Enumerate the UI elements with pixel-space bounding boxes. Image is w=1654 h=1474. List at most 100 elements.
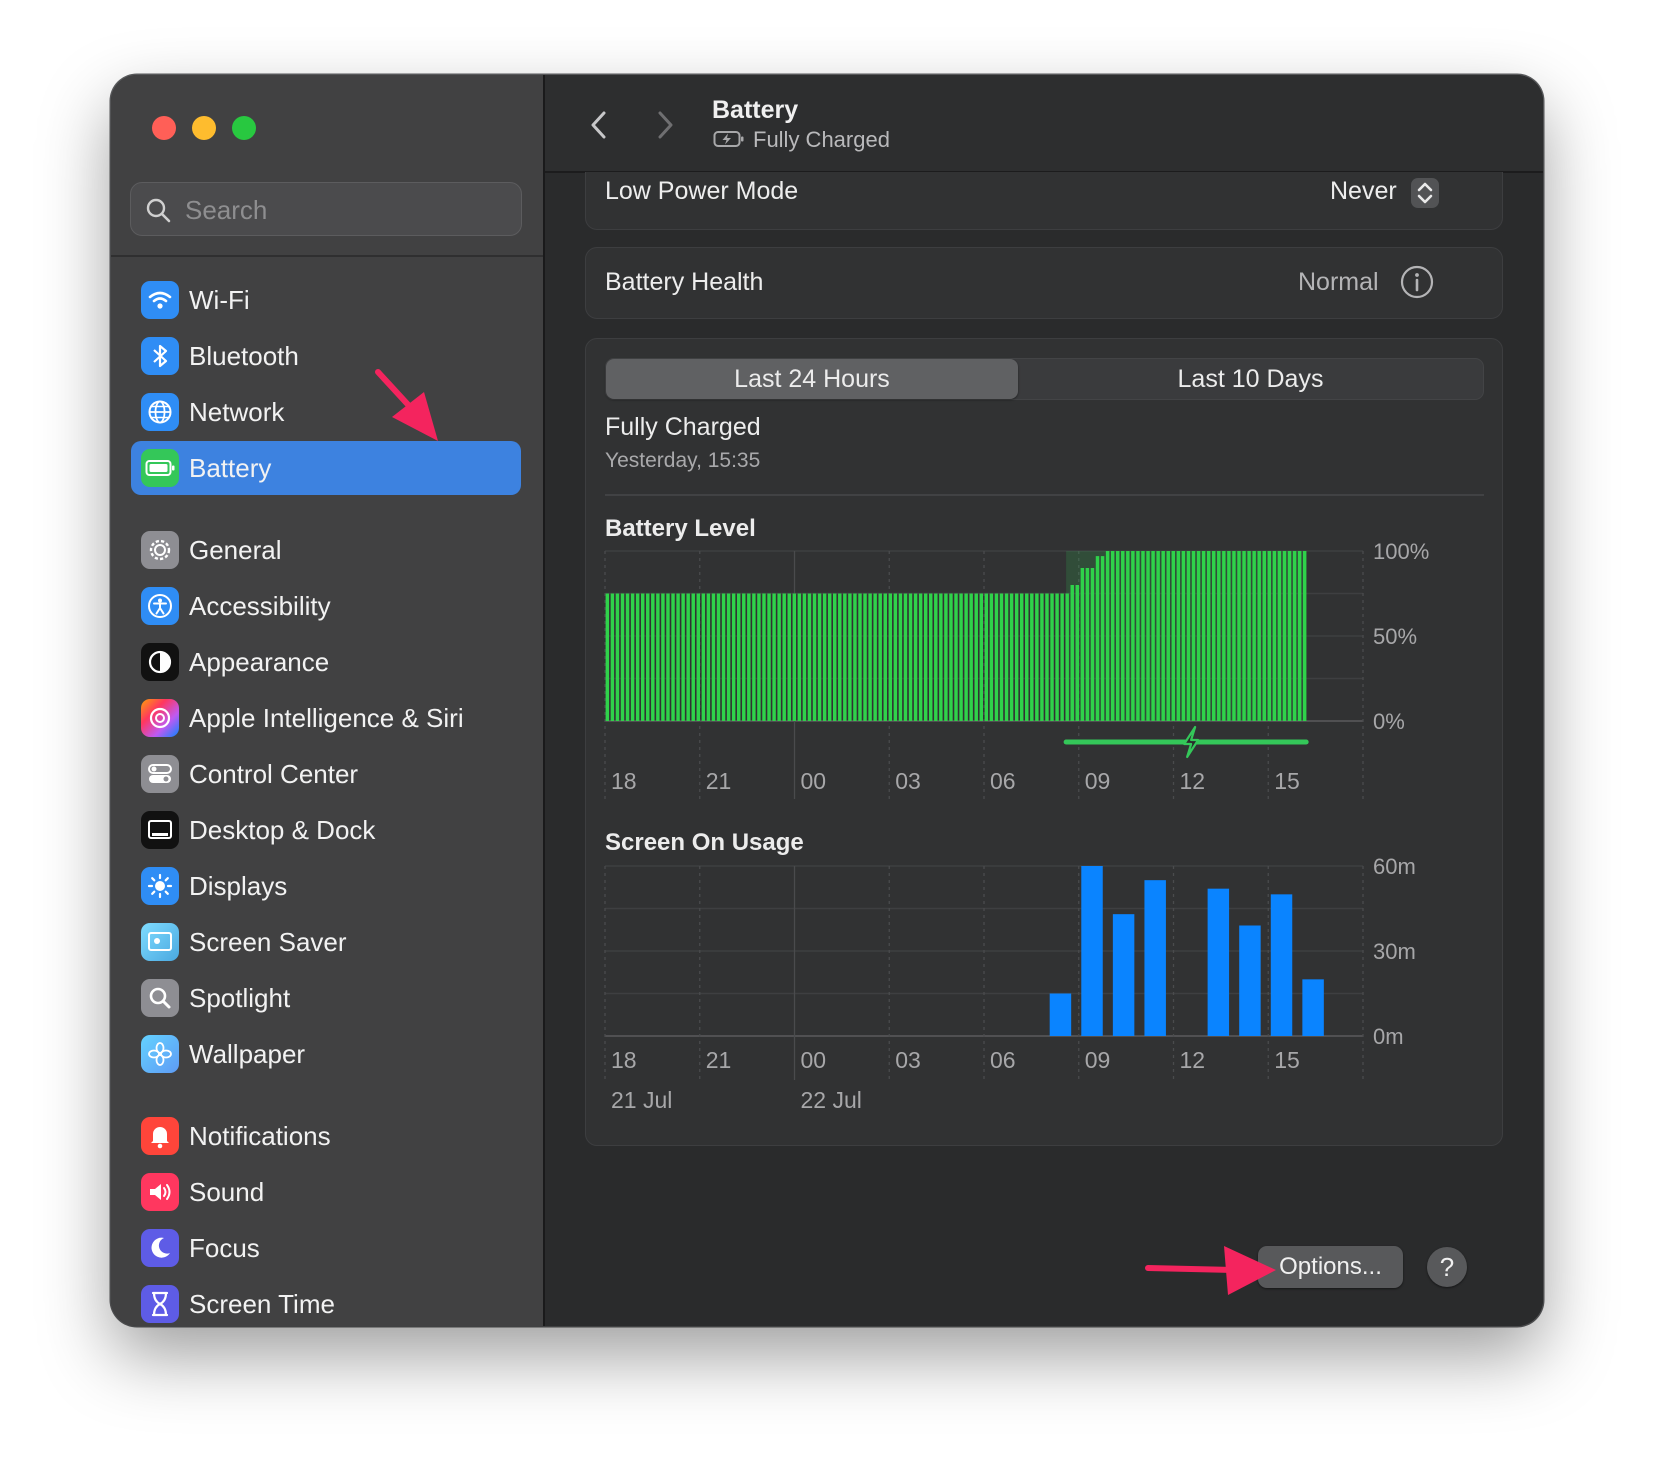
x-tick-label: 21 bbox=[706, 768, 732, 794]
battery-level-bar bbox=[817, 593, 822, 721]
sidebar-item-label: General bbox=[189, 535, 282, 565]
gear-icon bbox=[141, 531, 179, 569]
sidebar-item-sound[interactable]: Sound bbox=[131, 1165, 521, 1219]
screen-usage-bar bbox=[1144, 880, 1166, 1036]
x-tick-label: 03 bbox=[895, 768, 921, 794]
battery-level-bar bbox=[1025, 593, 1029, 721]
battery-level-bar bbox=[1126, 551, 1130, 721]
battery-level-bar bbox=[833, 593, 837, 721]
sidebar-item-focus[interactable]: Focus bbox=[131, 1221, 521, 1275]
low-power-mode-value: Never bbox=[1330, 177, 1397, 205]
sidebar-item-desktop-and-dock[interactable]: Desktop & Dock bbox=[131, 803, 521, 857]
sidebar-item-screen-time[interactable]: Screen Time bbox=[131, 1277, 521, 1326]
zoom-button[interactable] bbox=[232, 116, 256, 140]
battery-level-bar bbox=[696, 593, 701, 721]
x-tick-label: 06 bbox=[990, 1047, 1016, 1073]
battery-level-bar bbox=[1176, 551, 1181, 721]
battery-level-bar bbox=[838, 593, 842, 721]
search-input[interactable] bbox=[183, 191, 507, 229]
wifi-icon bbox=[141, 281, 179, 319]
low-power-mode-popup[interactable]: Never bbox=[1326, 174, 1486, 214]
battery-health-row: Battery Health Normal bbox=[585, 247, 1503, 319]
battery-level-bar bbox=[1151, 551, 1155, 721]
sidebar-item-spotlight[interactable]: Spotlight bbox=[131, 971, 521, 1025]
screen-usage-bar bbox=[1239, 925, 1261, 1036]
sidebar-item-general[interactable]: General bbox=[131, 523, 521, 577]
sidebar-item-displays[interactable]: Displays bbox=[131, 859, 521, 913]
settings-window: Wi-Fi Bluetooth Network Battery General Acces… bbox=[111, 75, 1543, 1326]
sidebar-item-control-center[interactable]: Control Center bbox=[131, 747, 521, 801]
sidebar-item-label: Appearance bbox=[189, 647, 330, 677]
battery-level-bar bbox=[726, 593, 731, 721]
battery-level-bar bbox=[1292, 551, 1297, 721]
battery-level-bar bbox=[625, 593, 630, 721]
charging-bolt-icon bbox=[1183, 725, 1200, 759]
help-button[interactable]: ? bbox=[1427, 1247, 1467, 1287]
bell-icon bbox=[141, 1117, 179, 1155]
battery-level-bar bbox=[787, 593, 791, 721]
speaker-icon bbox=[141, 1173, 179, 1211]
battery-level-bar bbox=[1242, 551, 1246, 721]
battery-level-bar bbox=[1222, 551, 1226, 721]
sidebar-item-network[interactable]: Network bbox=[131, 385, 521, 439]
sidebar-item-wi-fi[interactable]: Wi-Fi bbox=[131, 273, 521, 327]
sidebar-item-label: Wallpaper bbox=[189, 1039, 306, 1069]
battery-level-bar bbox=[731, 593, 736, 721]
sidebar-item-apple-intelligence-and-siri[interactable]: Apple Intelligence & Siri bbox=[131, 691, 521, 745]
tab-last-10-days[interactable]: Last 10 Days bbox=[1018, 359, 1483, 399]
x-tick-label: 12 bbox=[1180, 768, 1206, 794]
battery-level-bar bbox=[1090, 568, 1095, 721]
battery-level-bar bbox=[908, 593, 913, 721]
close-button[interactable] bbox=[152, 116, 176, 140]
sidebar-item-notifications[interactable]: Notifications bbox=[131, 1109, 521, 1163]
battery-health-value: Normal bbox=[1298, 268, 1379, 296]
battery-level-bar bbox=[964, 593, 968, 721]
battery-level-bar bbox=[752, 593, 756, 721]
magnifier-icon bbox=[141, 979, 179, 1017]
forward-chevron-icon[interactable] bbox=[649, 105, 681, 145]
battery-level-bar bbox=[1232, 551, 1236, 721]
minimize-button[interactable] bbox=[192, 116, 216, 140]
toolbar: Battery Fully Charged bbox=[545, 75, 1543, 173]
info-icon[interactable] bbox=[1399, 264, 1435, 300]
sun-icon bbox=[141, 867, 179, 905]
sidebar-item-label: Focus bbox=[189, 1233, 260, 1263]
battery-level-bar bbox=[1065, 593, 1069, 721]
low-power-mode-row: Low Power Mode Never bbox=[585, 172, 1503, 230]
battery-level-bar bbox=[1156, 551, 1160, 721]
battery-level-bar bbox=[893, 593, 898, 721]
battery-level-bar bbox=[742, 593, 746, 721]
wallpaper-icon bbox=[141, 1035, 179, 1073]
battery-level-bar bbox=[989, 593, 994, 721]
options-button[interactable]: Options... bbox=[1258, 1246, 1403, 1288]
sidebar-item-battery[interactable]: Battery bbox=[131, 441, 521, 495]
battery-level-bar bbox=[1030, 593, 1034, 721]
search-field[interactable] bbox=[130, 182, 522, 236]
sidebar-item-bluetooth[interactable]: Bluetooth bbox=[131, 329, 521, 383]
bluetooth-icon bbox=[141, 337, 179, 375]
battery-icon bbox=[141, 449, 179, 487]
sidebar-item-screen-saver[interactable]: Screen Saver bbox=[131, 915, 521, 969]
popup-arrows-icon bbox=[1411, 178, 1439, 208]
battery-level-bar bbox=[1227, 551, 1231, 721]
sidebar-item-label: Apple Intelligence & Siri bbox=[189, 703, 464, 733]
battery-level-bar bbox=[1186, 551, 1191, 721]
tab-last-24-hours[interactable]: Last 24 Hours bbox=[606, 359, 1018, 399]
sidebar-item-accessibility[interactable]: Accessibility bbox=[131, 579, 521, 633]
battery-level-bar bbox=[716, 593, 721, 721]
battery-level-bar bbox=[929, 593, 933, 721]
battery-level-bar bbox=[812, 593, 817, 721]
battery-level-bar bbox=[1247, 551, 1251, 721]
battery-level-bar bbox=[1201, 551, 1206, 721]
battery-level-bar bbox=[1237, 551, 1241, 721]
battery-level-bar bbox=[721, 593, 726, 721]
battery-level-bar bbox=[1287, 551, 1292, 721]
battery-level-bar bbox=[843, 593, 847, 721]
back-chevron-icon[interactable] bbox=[583, 105, 615, 145]
page-subtitle: Fully Charged bbox=[753, 127, 890, 152]
desktop-dock-icon bbox=[141, 811, 179, 849]
sidebar-item-label: Desktop & Dock bbox=[189, 815, 376, 845]
sidebar-item-wallpaper[interactable]: Wallpaper bbox=[131, 1027, 521, 1081]
sidebar-item-appearance[interactable]: Appearance bbox=[131, 635, 521, 689]
search-icon bbox=[146, 198, 171, 223]
